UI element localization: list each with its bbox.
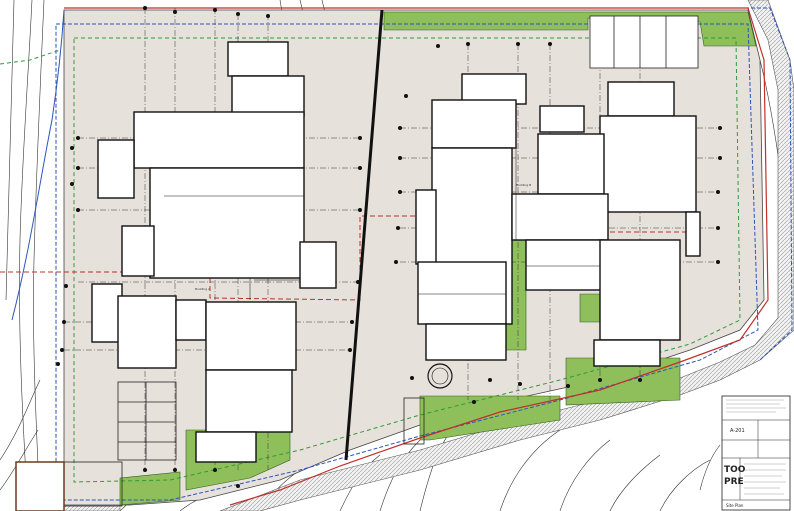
site-plan-drawing: Building A Building B A-201 TOO PRE Site… — [0, 0, 794, 511]
logo-text-line1: TOO — [724, 465, 746, 475]
pavilion — [15, 461, 65, 511]
drawing-number: A-201 — [730, 428, 745, 434]
stalls-top-right — [589, 15, 699, 69]
title-block: A-201 TOO PRE Site Plan — [721, 395, 791, 511]
logo-text-line2: PRE — [724, 477, 744, 487]
sheet-footer: Site Plan — [726, 503, 744, 508]
building-b-label: Building B — [516, 183, 531, 187]
building-a-label: Building A — [195, 287, 211, 291]
